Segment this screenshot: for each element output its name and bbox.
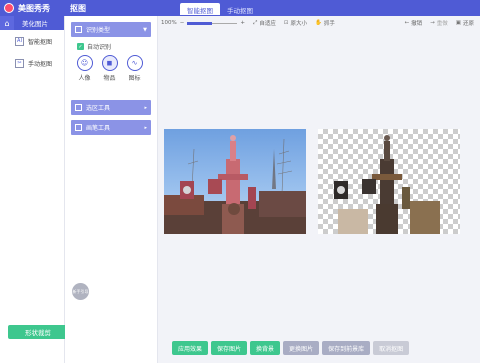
nav-item-label: 智能抠图 — [28, 38, 53, 46]
home-icon[interactable]: ⌂ — [0, 16, 14, 30]
undo-icon: ← — [404, 20, 410, 26]
change-background-button[interactable]: 换背景 — [250, 341, 281, 355]
guide-avatar[interactable]: 新手引导 — [72, 283, 89, 300]
hand-label: 抓手 — [323, 21, 335, 27]
undo-label: 撤销 — [411, 21, 423, 27]
caret-right-icon: ▸ — [144, 104, 147, 111]
type-label: 人像 — [78, 75, 91, 82]
recognize-types: ☺ 人像 ◼ 物品 ∿ 图标 — [76, 55, 157, 82]
shape-crop-button[interactable]: 形状裁剪 — [8, 325, 68, 339]
hand-cut-icon: ✂ — [15, 58, 24, 68]
save-image-button[interactable]: 保存图片 — [211, 341, 248, 355]
top-bar: 美图秀秀 抠图 智能抠图 手动抠图 — [0, 0, 480, 16]
nav-header-label[interactable]: 美化图片 — [14, 18, 48, 28]
brush-icon — [75, 124, 82, 131]
frame-icon — [75, 26, 82, 33]
app-title: 美图秀秀 — [18, 4, 50, 13]
action-bar: 应用效果 保存图片 换背景 更换图片 保存到前景库 取消抠图 — [172, 341, 410, 355]
type-label: 图标 — [128, 75, 141, 82]
type-graphic[interactable]: ∿ 图标 — [126, 55, 143, 82]
canvas-area: 100% − + ⤢ 自适应 ⊡ 原大小 ✋ 抓手 ← 撤销 → 重做 ▣ 还原 — [158, 16, 480, 363]
redo-button[interactable]: → 重做 — [430, 19, 448, 27]
apply-effect-button[interactable]: 应用效果 — [172, 341, 209, 355]
redo-icon: → — [430, 20, 435, 26]
cancel-cutout-button[interactable]: 取消抠图 — [373, 341, 410, 355]
type-label: 物品 — [103, 75, 116, 82]
nav-item-smart-cutout[interactable]: AI 智能抠图 — [0, 30, 64, 52]
brush-tool-title: 画笔工具 — [86, 125, 111, 132]
ai-icon: AI — [15, 36, 24, 46]
restore-button[interactable]: ▣ 还原 — [456, 19, 474, 27]
hand-button[interactable]: ✋ 抓手 — [315, 19, 335, 27]
auto-recognize-label: 自动识别 — [87, 44, 112, 51]
recognize-type-title: 识别类型 — [86, 27, 111, 34]
nav-header: ⌂ 美化图片 — [0, 16, 64, 30]
restore-icon: ▣ — [455, 20, 461, 26]
zoom-slider[interactable] — [187, 20, 238, 26]
undo-button[interactable]: ← 撤销 — [405, 19, 423, 27]
tab-smart-cutout[interactable]: 智能抠图 — [180, 3, 220, 15]
caret-down-icon: ▼ — [143, 26, 147, 33]
selection-icon — [75, 104, 82, 111]
nav-item-label: 手动抠图 — [28, 60, 53, 68]
object-icon: ◼ — [101, 55, 118, 71]
person-icon: ☺ — [76, 55, 93, 71]
auto-recognize-checkbox[interactable]: ✓ 自动识别 — [77, 42, 157, 51]
fit-label: 自适应 — [259, 21, 276, 27]
nav-item-manual-cutout[interactable]: ✂ 手动抠图 — [0, 52, 64, 74]
zoom-out-icon[interactable]: − — [180, 20, 185, 26]
cutout-result-image — [318, 129, 460, 234]
original-image — [164, 129, 306, 234]
hand-icon: ✋ — [315, 20, 322, 26]
save-to-foreground-button[interactable]: 保存到前景库 — [322, 341, 371, 355]
recognize-type-header[interactable]: 识别类型 ▼ — [71, 22, 151, 37]
select-tool-header[interactable]: 选区工具 ▸ — [71, 100, 151, 115]
original-size-icon: ⊡ — [283, 20, 289, 26]
fit-button[interactable]: ⤢ 自适应 — [252, 19, 276, 28]
canvas-toolbar: 100% − + ⤢ 自适应 ⊡ 原大小 ✋ 抓手 ← 撤销 → 重做 ▣ 还原 — [158, 16, 480, 30]
original-size-label: 原大小 — [290, 21, 307, 27]
check-icon: ✓ — [77, 43, 84, 50]
tool-panel: 识别类型 ▼ ✓ 自动识别 ☺ 人像 ◼ 物品 ∿ 图标 选区工具 ▸ 画笔工具… — [65, 16, 158, 363]
select-tool-title: 选区工具 — [86, 105, 111, 112]
app-logo-icon — [4, 3, 14, 13]
zoom-level: 100% — [161, 20, 177, 26]
mode-tabs: 智能抠图 手动抠图 — [180, 3, 260, 15]
slider-fill — [187, 22, 213, 25]
fit-icon: ⤢ — [252, 19, 258, 26]
caret-right-icon: ▸ — [144, 124, 147, 131]
type-object[interactable]: ◼ 物品 — [101, 55, 118, 82]
replace-image-button[interactable]: 更换图片 — [283, 341, 320, 355]
original-size-button[interactable]: ⊡ 原大小 — [284, 19, 307, 27]
redo-label: 重做 — [436, 21, 448, 27]
zoom-in-icon[interactable]: + — [240, 20, 245, 26]
section-title: 抠图 — [70, 4, 86, 13]
graphic-icon: ∿ — [126, 55, 143, 71]
type-person[interactable]: ☺ 人像 — [76, 55, 93, 82]
restore-label: 还原 — [462, 21, 474, 27]
brush-tool-header[interactable]: 画笔工具 ▸ — [71, 120, 151, 135]
tab-manual-cutout[interactable]: 手动抠图 — [220, 3, 260, 15]
left-nav: ⌂ 美化图片 AI 智能抠图 ✂ 手动抠图 — [0, 16, 65, 363]
